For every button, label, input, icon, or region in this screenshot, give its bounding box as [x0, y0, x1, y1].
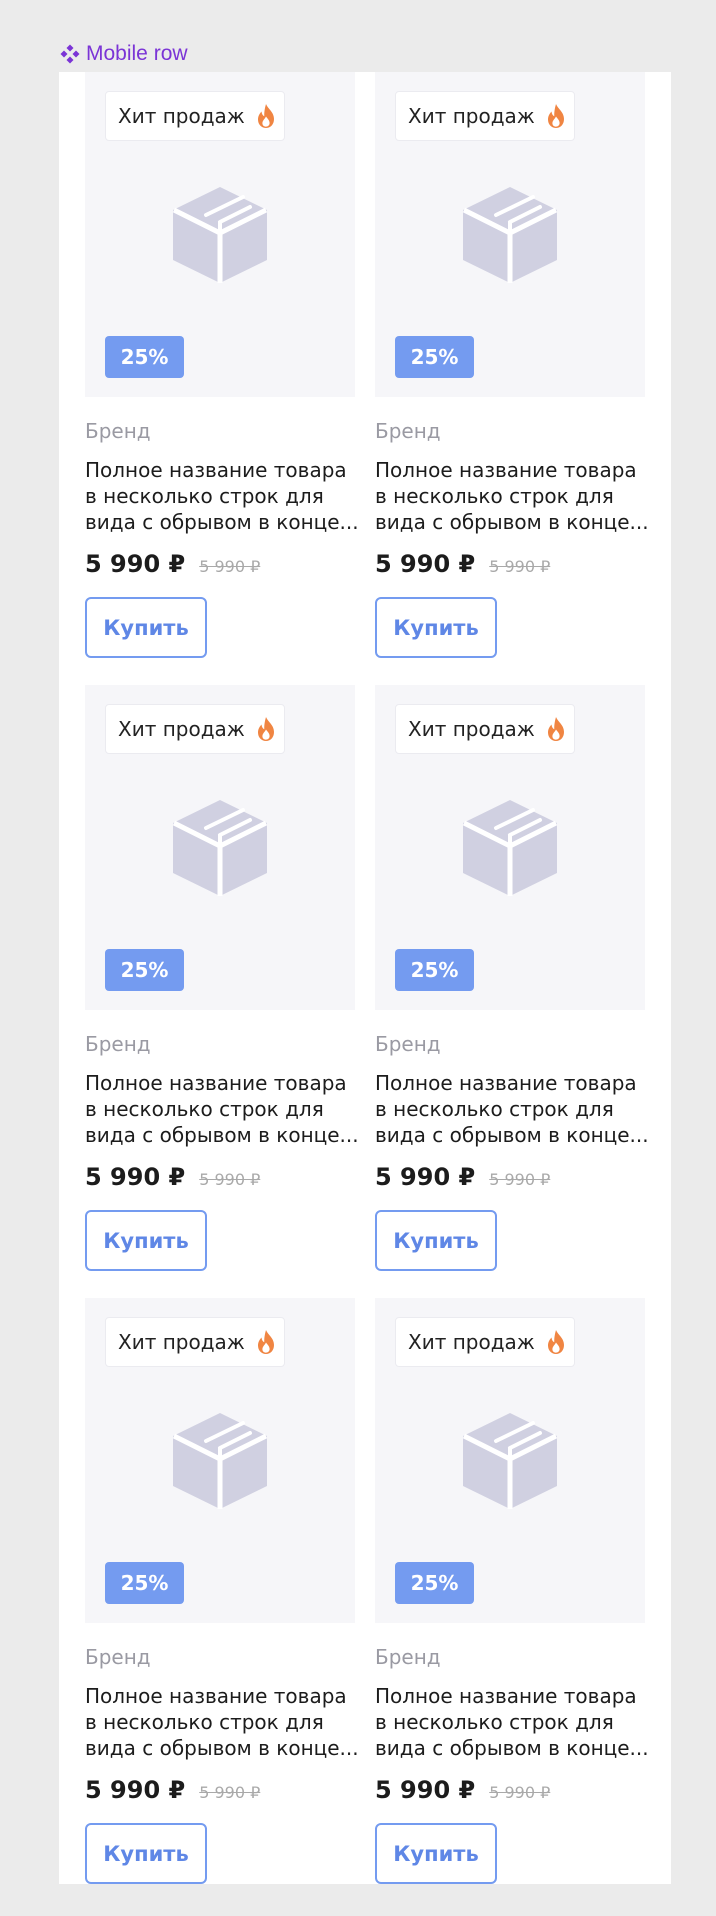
fire-icon — [255, 716, 277, 742]
fire-icon — [255, 103, 277, 129]
product-price: 5 990 ₽ — [375, 1163, 476, 1191]
product-brand: Бренд — [375, 1032, 441, 1056]
hit-label: Хит продаж — [118, 1330, 245, 1354]
fire-icon — [255, 1329, 277, 1355]
mobile-row-frame: Хит продаж 25% Бренд Полное название тов… — [59, 72, 671, 1884]
buy-button[interactable]: Купить — [375, 1823, 497, 1884]
price-row: 5 990 ₽ 5 990 ₽ — [375, 1776, 550, 1804]
hit-badge: Хит продаж — [105, 91, 285, 141]
product-title[interactable]: Полное название товара в несколько строк… — [85, 457, 360, 535]
product-card[interactable]: Хит продаж 25% Бренд Полное название тов… — [375, 1298, 649, 1911]
product-image[interactable]: Хит продаж 25% — [85, 72, 355, 397]
product-old-price: 5 990 ₽ — [199, 557, 261, 576]
product-brand: Бренд — [375, 1645, 441, 1669]
product-image[interactable]: Хит продаж 25% — [375, 72, 645, 397]
product-old-price: 5 990 ₽ — [199, 1783, 261, 1802]
buy-button[interactable]: Купить — [375, 1210, 497, 1271]
discount-badge: 25% — [395, 336, 474, 378]
component-icon — [60, 44, 80, 64]
hit-label: Хит продаж — [118, 717, 245, 741]
buy-button[interactable]: Купить — [85, 1823, 207, 1884]
product-brand: Бренд — [85, 1645, 151, 1669]
box-placeholder-icon — [460, 1411, 560, 1511]
box-placeholder-icon — [460, 185, 560, 285]
product-old-price: 5 990 ₽ — [489, 1783, 551, 1802]
product-card[interactable]: Хит продаж 25% Бренд Полное название тов… — [375, 685, 649, 1298]
product-title[interactable]: Полное название товара в несколько строк… — [85, 1683, 360, 1761]
discount-badge: 25% — [105, 949, 184, 991]
product-image[interactable]: Хит продаж 25% — [375, 1298, 645, 1623]
product-title[interactable]: Полное название товара в несколько строк… — [375, 1683, 650, 1761]
frame-label-text: Mobile row — [86, 42, 188, 65]
price-row: 5 990 ₽ 5 990 ₽ — [375, 550, 550, 578]
frame-label: Mobile row — [60, 42, 188, 66]
price-row: 5 990 ₽ 5 990 ₽ — [85, 1776, 260, 1804]
box-placeholder-icon — [460, 798, 560, 898]
price-row: 5 990 ₽ 5 990 ₽ — [85, 1163, 260, 1191]
product-title[interactable]: Полное название товара в несколько строк… — [85, 1070, 360, 1148]
box-placeholder-icon — [170, 185, 270, 285]
hit-badge: Хит продаж — [395, 91, 575, 141]
product-price: 5 990 ₽ — [375, 1776, 476, 1804]
price-row: 5 990 ₽ 5 990 ₽ — [375, 1163, 550, 1191]
hit-badge: Хит продаж — [105, 704, 285, 754]
hit-label: Хит продаж — [408, 104, 535, 128]
hit-label: Хит продаж — [408, 1330, 535, 1354]
fire-icon — [545, 716, 567, 742]
fire-icon — [545, 1329, 567, 1355]
buy-button[interactable]: Купить — [85, 597, 207, 658]
product-price: 5 990 ₽ — [85, 550, 186, 578]
product-card[interactable]: Хит продаж 25% Бренд Полное название тов… — [375, 72, 649, 685]
product-old-price: 5 990 ₽ — [489, 1170, 551, 1189]
product-brand: Бренд — [85, 419, 151, 443]
product-title[interactable]: Полное название товара в несколько строк… — [375, 457, 650, 535]
hit-label: Хит продаж — [408, 717, 535, 741]
box-placeholder-icon — [170, 798, 270, 898]
box-placeholder-icon — [170, 1411, 270, 1511]
hit-badge: Хит продаж — [105, 1317, 285, 1367]
product-card[interactable]: Хит продаж 25% Бренд Полное название тов… — [85, 1298, 359, 1911]
hit-badge: Хит продаж — [395, 1317, 575, 1367]
product-image[interactable]: Хит продаж 25% — [85, 1298, 355, 1623]
discount-badge: 25% — [395, 1562, 474, 1604]
product-old-price: 5 990 ₽ — [199, 1170, 261, 1189]
product-price: 5 990 ₽ — [85, 1163, 186, 1191]
price-row: 5 990 ₽ 5 990 ₽ — [85, 550, 260, 578]
hit-label: Хит продаж — [118, 104, 245, 128]
product-grid: Хит продаж 25% Бренд Полное название тов… — [85, 72, 649, 1911]
product-price: 5 990 ₽ — [375, 550, 476, 578]
product-old-price: 5 990 ₽ — [489, 557, 551, 576]
product-title[interactable]: Полное название товара в несколько строк… — [375, 1070, 650, 1148]
fire-icon — [545, 103, 567, 129]
product-brand: Бренд — [375, 419, 441, 443]
product-price: 5 990 ₽ — [85, 1776, 186, 1804]
product-card[interactable]: Хит продаж 25% Бренд Полное название тов… — [85, 685, 359, 1298]
discount-badge: 25% — [395, 949, 474, 991]
hit-badge: Хит продаж — [395, 704, 575, 754]
discount-badge: 25% — [105, 1562, 184, 1604]
discount-badge: 25% — [105, 336, 184, 378]
buy-button[interactable]: Купить — [85, 1210, 207, 1271]
buy-button[interactable]: Купить — [375, 597, 497, 658]
product-brand: Бренд — [85, 1032, 151, 1056]
product-image[interactable]: Хит продаж 25% — [85, 685, 355, 1010]
product-image[interactable]: Хит продаж 25% — [375, 685, 645, 1010]
product-card[interactable]: Хит продаж 25% Бренд Полное название тов… — [85, 72, 359, 685]
